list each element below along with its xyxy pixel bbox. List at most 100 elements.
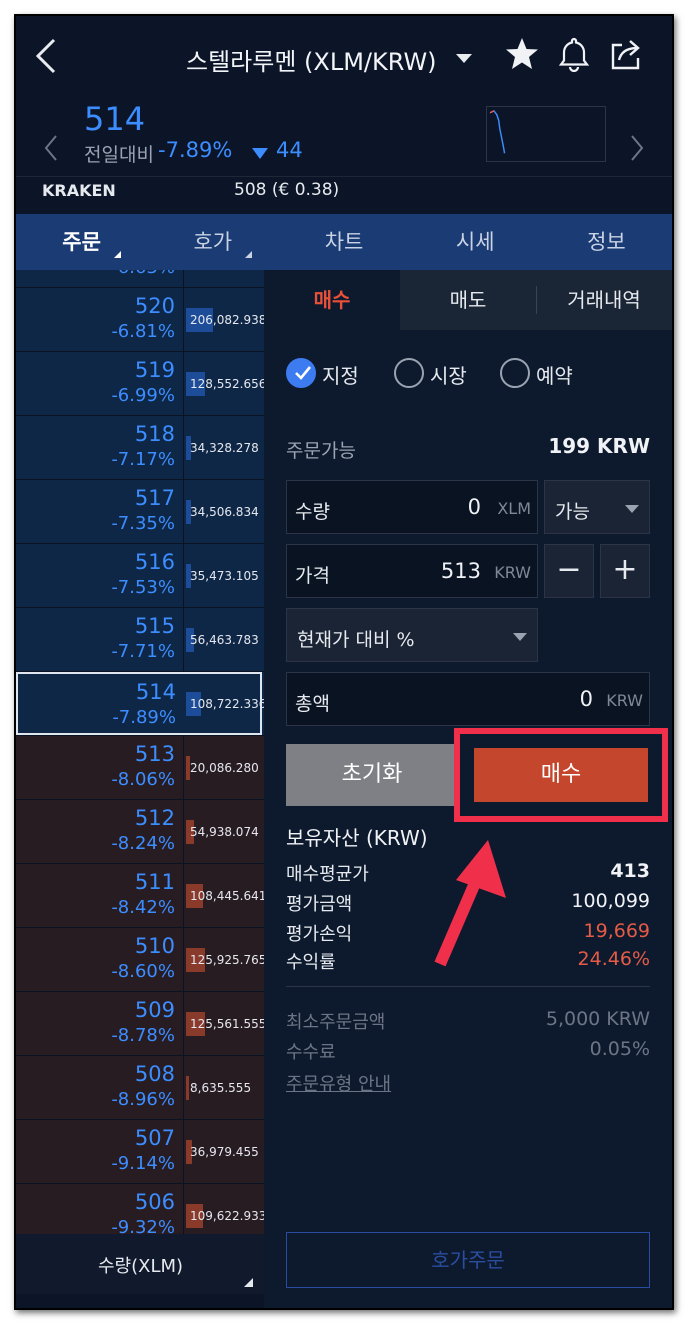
order-book-row[interactable]: 514 -7.89% 108,722.336 [16,672,264,736]
orderbook-order-button[interactable]: 호가주문 [286,1232,650,1288]
highlight-box: 매수 [454,728,668,822]
order-book-footer[interactable]: 수량(XLM) [16,1234,264,1294]
tab-label: 차트 [324,230,364,254]
order-book-percent: -8.42% [111,897,175,918]
price-minus-button[interactable]: − [544,544,594,598]
triangle-down-icon [252,148,268,159]
order-book-row[interactable]: 508 -8.96% 8,635.555 [16,1056,264,1120]
info-label: 최소주문금액 [286,1012,386,1033]
order-book-percent: -7.53% [111,577,175,598]
order-book-row[interactable]: 511 -8.42% 108,445.641 [16,864,264,928]
price-plus-button[interactable]: + [600,544,650,598]
order-book-price: 520 [134,294,175,318]
order-panel: 매수 매도 거래내역 지정 시장 예약 주문가능 199 KRW 수량 0 XL… [264,270,672,1308]
order-book-volume: 8,635.555 [190,1081,252,1095]
order-book[interactable]: -6.63% 520 -6.81% 206,082.938 519 -6.99% 128,… [16,270,264,1234]
holding-value: 413 [610,860,650,882]
order-book-price-cell: 511 -8.42% [16,864,184,927]
order-book-row[interactable]: 507 -9.14% 36,979.455 [16,1120,264,1184]
order-book-price-cell: 517 -7.35% [16,480,184,543]
order-book-row[interactable]: 516 -7.53% 35,473.105 [16,544,264,608]
available-label: 주문가능 [286,440,356,462]
chevron-down-icon[interactable] [456,54,472,63]
radio-circle [500,358,530,388]
quantity-label: 수량 [295,501,330,523]
order-book-price-cell: 507 -9.14% [16,1120,184,1183]
tab-info[interactable]: 정보 [541,214,672,270]
order-book-price: 507 [134,1126,175,1150]
tab-orderbook[interactable]: 호가 [147,214,278,270]
order-book-row[interactable]: 519 -6.99% 128,552.656 [16,352,264,416]
app-screen: 스텔라루멘 (XLM/KRW) 514 전일대비 -7.89% 44 KRAKE… [14,14,674,1310]
radio-circle [286,358,316,388]
holding-label: 매수평균가 [286,864,369,885]
order-book-price-cell: 509 -8.78% [16,992,184,1055]
price-label: 가격 [295,565,330,587]
info-value: 0.05% [589,1038,650,1060]
order-book-price: 517 [134,486,175,510]
order-book-price: 510 [134,934,175,958]
order-book-volume: 36,979.455 [190,1145,259,1159]
tab-history[interactable]: 거래내역 [536,270,672,330]
order-book-row[interactable]: -6.63% [16,270,264,288]
order-book-row[interactable]: 509 -8.78% 125,561.555 [16,992,264,1056]
corner-icon [244,1278,253,1287]
share-icon[interactable] [608,36,644,72]
order-book-price: 515 [134,614,175,638]
tab-sell[interactable]: 매도 [400,270,536,330]
page-title[interactable]: 스텔라루멘 (XLM/KRW) [186,42,437,77]
order-book-volume: 108,445.641 [190,889,264,903]
order-book-percent: -8.78% [111,1025,175,1046]
tab-label: 정보 [587,230,626,254]
order-book-row[interactable]: 512 -8.24% 54,938.074 [16,800,264,864]
info-row: 수수료 0.05% [286,1038,650,1066]
total-label: 총액 [295,693,330,715]
annotation-arrow-icon [434,840,506,967]
check-icon [295,366,312,380]
bell-icon[interactable] [556,36,592,72]
chevron-right-icon[interactable] [630,134,644,162]
order-book-percent: -8.24% [111,833,175,854]
quantity-field[interactable]: 수량 0 XLM [286,480,538,534]
order-book-volume: 54,938.074 [190,825,259,839]
order-book-row[interactable]: 517 -7.35% 34,506.834 [16,480,264,544]
order-book-row[interactable]: 513 -8.06% 20,086.280 [16,736,264,800]
holding-label: 평가금액 [286,894,353,915]
chevron-left-icon[interactable] [44,134,58,162]
order-book-percent: -7.35% [111,513,175,534]
quantity-select[interactable]: 가능 [544,480,650,534]
info-label: 수수료 [286,1042,336,1063]
order-book-row[interactable]: 520 -6.81% 206,082.938 [16,288,264,352]
exchange-name: KRAKEN [42,181,116,200]
order-book-row[interactable]: 506 -9.32% 109,622.933 [16,1184,264,1234]
change-label: 전일대비 [84,144,154,166]
tab-chart[interactable]: 차트 [278,214,409,270]
price-summary: 514 전일대비 -7.89% 44 [16,96,672,178]
price-field[interactable]: 가격 513 KRW [286,544,538,598]
order-book-volume: 56,463.783 [190,633,259,647]
percent-select[interactable]: 현재가 대비 % [286,608,538,662]
tab-quotes[interactable]: 시세 [410,214,541,270]
order-book-row[interactable]: 510 -8.60% 125,925.765 [16,928,264,992]
reset-button[interactable]: 초기화 [286,744,458,806]
order-book-price: 506 [134,1190,175,1214]
order-book-price-cell: -6.63% [16,270,184,287]
order-book-percent: -6.99% [111,385,175,406]
star-icon[interactable] [504,36,540,72]
buy-button[interactable]: 매수 [474,748,648,802]
change-amount: 44 [276,138,303,162]
total-field[interactable]: 총액 0 KRW [286,672,650,726]
order-sub-tabs: 매수 매도 거래내역 [264,270,672,330]
order-book-row[interactable]: 515 -7.71% 56,463.783 [16,608,264,672]
exchange-reference: KRAKEN 508 (€ 0.38) [16,176,672,212]
order-book-price-cell: 508 -8.96% [16,1056,184,1119]
tab-order[interactable]: 주문 [16,214,147,270]
tab-buy[interactable]: 매수 [264,270,400,330]
chevron-down-icon [625,505,639,513]
order-book-row[interactable]: 518 -7.17% 34,328.278 [16,416,264,480]
order-type-guide-link[interactable]: 주문유형 안내 [286,1070,391,1096]
back-icon[interactable] [32,36,62,76]
order-book-volume: 35,473.105 [190,569,259,583]
order-book-percent: -9.14% [111,1153,175,1174]
mini-chart[interactable] [486,106,606,162]
